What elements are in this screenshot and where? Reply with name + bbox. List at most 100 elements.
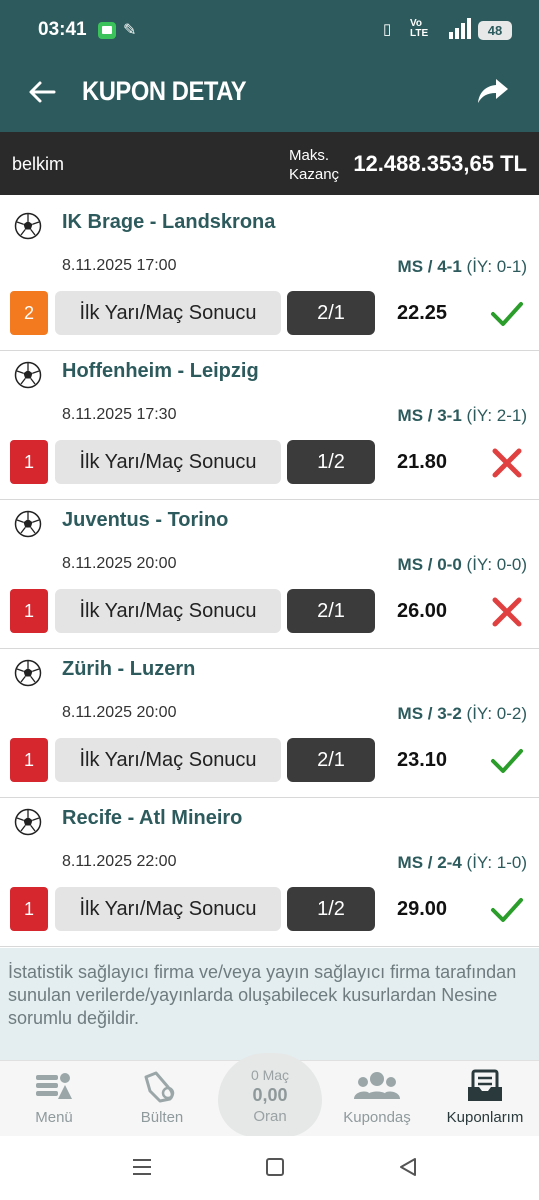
soccer-ball-icon [14,659,42,687]
bottom-navigation: Menü Bülten 0 Maç 0,00 Oran Kupondaş Kup… [0,1053,539,1137]
system-back-icon[interactable] [398,1157,418,1177]
score-iy: (İY: 0-2) [466,704,527,723]
center-match-count: 0 Maç [250,1067,290,1083]
score-iy: (İY: 1-0) [466,853,527,872]
selection-pick: 2/1 [287,291,375,335]
soccer-ball-icon [14,212,42,240]
market-name: İlk Yarı/Maç Sonucu [55,589,281,633]
selection-position-badge: 1 [10,440,48,484]
match-row[interactable]: IK Brage - Landskrona 8.11.2025 17:00 MS… [0,202,539,351]
selection-pick: 1/2 [287,440,375,484]
match-teams[interactable]: Zürih - Luzern [62,658,195,681]
coupon-center-button[interactable]: 0 Maç 0,00 Oran [218,1053,322,1137]
page-title: KUPON DETAY [82,76,247,106]
nav-menu[interactable]: Menü [9,1069,99,1126]
match-date: 8.11.2025 20:00 [62,555,177,572]
won-check-icon [491,302,523,326]
recent-apps-icon[interactable] [132,1158,152,1176]
match-teams[interactable]: Hoffenheim - Leipzig [62,360,259,383]
nav-kuponlarim[interactable]: Kuponlarım [440,1069,530,1126]
nav-kupondas[interactable]: Kupondaş [332,1069,422,1126]
max-winnings-amount: 12.488.353,65 TL [353,151,527,176]
volte-icon: Vo LTE [410,18,429,39]
home-button-icon[interactable] [266,1158,284,1176]
market-name: İlk Yarı/Maç Sonucu [55,291,281,335]
selection-position-badge: 2 [10,291,48,335]
coupon-summary: belkim Maks. Kazanç 12.488.353,65 TL [0,132,539,195]
my-coupons-icon [468,1069,502,1101]
nav-kuponlarim-label: Kuponlarım [446,1109,524,1126]
nav-bulten[interactable]: Bülten [117,1069,207,1126]
match-teams[interactable]: Recife - Atl Mineiro [62,807,242,830]
match-row[interactable]: Recife - Atl Mineiro 8.11.2025 22:00 MS … [0,798,539,947]
match-row[interactable]: Hoffenheim - Leipzig 8.11.2025 17:30 MS … [0,351,539,500]
match-row[interactable]: Juventus - Torino 8.11.2025 20:00 MS / 0… [0,500,539,649]
score-iy: (İY: 0-1) [466,257,527,276]
max-label-line2: Kazanç [289,166,340,183]
message-icon [98,22,116,39]
group-users-icon [354,1072,400,1099]
selection-odds: 23.10 [397,749,448,771]
selection-position-badge: 1 [10,887,48,931]
soccer-ball-icon [14,808,42,836]
selection-pick: 2/1 [287,589,375,633]
selection-odds: 22.25 [397,302,448,324]
share-icon[interactable] [476,76,510,106]
score-ms: MS / 2-4 [397,853,462,872]
score-ms: MS / 0-0 [397,555,462,574]
market-name: İlk Yarı/Maç Sonucu [55,738,281,782]
score-iy: (İY: 2-1) [466,406,527,425]
match-score: MS / 2-4 (İY: 1-0) [398,853,527,873]
selection-position-badge: 1 [10,738,48,782]
center-odds-label: Oran [253,1108,287,1125]
signal-icon [449,18,471,39]
app-header: KUPON DETAY [0,60,539,132]
bulletin-hand-icon [144,1071,175,1103]
market-name: İlk Yarı/Maç Sonucu [55,887,281,931]
status-bar: 03:41 ✎ ▯ Vo LTE 48 [0,0,539,60]
system-navigation-bar [0,1136,539,1200]
match-teams[interactable]: Juventus - Torino [62,509,228,532]
selection-odds: 26.00 [397,600,448,622]
selection-odds: 21.80 [397,451,448,473]
match-score: MS / 3-2 (İY: 0-2) [398,704,527,724]
menu-icon [36,1073,72,1099]
won-check-icon [491,898,523,922]
selection-position-badge: 1 [10,589,48,633]
selection-odds: 29.00 [397,898,448,920]
max-winnings-label: Maks. Kazanç [289,146,339,184]
vibrate-icon: ▯ [383,21,392,38]
nav-menu-label: Menü [35,1109,73,1126]
score-ms: MS / 3-2 [397,704,462,723]
market-name: İlk Yarı/Maç Sonucu [55,440,281,484]
soccer-ball-icon [14,361,42,389]
lost-cross-icon [492,448,522,478]
nav-bulten-label: Bülten [140,1109,184,1126]
back-arrow-icon[interactable] [26,76,58,108]
match-date: 8.11.2025 20:00 [62,704,177,721]
coupon-name: belkim [12,154,65,174]
soccer-ball-icon [14,510,42,538]
lost-cross-icon [492,597,522,627]
match-teams[interactable]: IK Brage - Landskrona [62,211,275,234]
match-score: MS / 4-1 (İY: 0-1) [398,257,527,277]
score-ms: MS / 3-1 [397,406,462,425]
nav-kupondas-label: Kupondaş [343,1109,411,1126]
selection-pick: 1/2 [287,887,375,931]
match-date: 8.11.2025 17:00 [62,257,177,274]
score-ms: MS / 4-1 [397,257,462,276]
match-score: MS / 3-1 (İY: 2-1) [398,406,527,426]
mic-icon: ✎ [123,22,137,39]
won-check-icon [491,749,523,773]
match-list: IK Brage - Landskrona 8.11.2025 17:00 MS… [0,202,539,947]
match-date: 8.11.2025 22:00 [62,853,177,870]
score-iy: (İY: 0-0) [466,555,527,574]
disclaimer-text: İstatistik sağlayıcı firma ve/veya yayın… [0,948,539,1060]
match-score: MS / 0-0 (İY: 0-0) [398,555,527,575]
battery-icon: 48 [478,21,512,40]
match-row[interactable]: Zürih - Luzern 8.11.2025 20:00 MS / 3-2 … [0,649,539,798]
max-label-line1: Maks. [289,147,330,164]
center-odds-amount: 0,00 [252,1085,288,1105]
match-date: 8.11.2025 17:30 [62,406,177,423]
status-time: 03:41 [38,19,87,40]
